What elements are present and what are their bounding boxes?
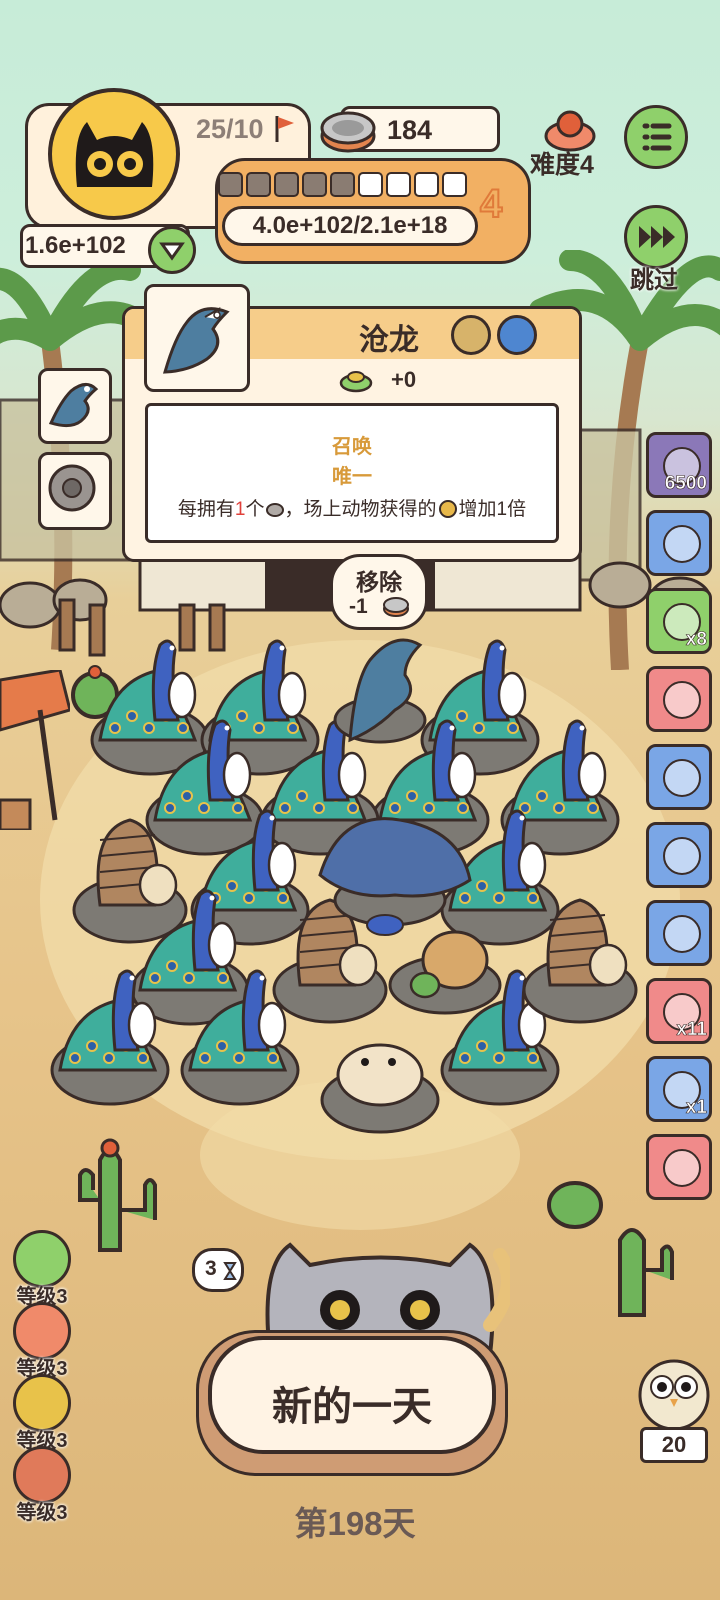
skull-tag-icon [451, 315, 491, 355]
remove-label: 移除 [356, 569, 402, 595]
progress-segment [442, 172, 467, 197]
hourglass-icon [223, 1262, 237, 1280]
barrel-cactus [547, 1181, 603, 1229]
mosasaurus-icon [48, 383, 99, 428]
chevron-down-icon [159, 242, 185, 261]
owl-icon [638, 1359, 710, 1431]
bed-icon [663, 759, 701, 797]
creature-name: 沧龙 [359, 324, 419, 357]
paw-icon [438, 500, 457, 518]
desc-part: ，场上动物获得的 [284, 499, 437, 520]
flag-icon [275, 116, 294, 142]
timer-value: 3 [205, 1257, 217, 1280]
level-chip[interactable]: 等级3 [10, 1230, 74, 1309]
progress-segment [414, 172, 439, 197]
cactus [618, 1228, 674, 1317]
side-button-badge: x1 [685, 1097, 708, 1119]
difficulty-label: 难度4 [530, 151, 594, 179]
description-text: 每拥有1个 ，场上动物获得的 增加1倍 [148, 494, 556, 521]
desc-part: 增加1倍 [458, 499, 527, 520]
owned-stone-card[interactable] [38, 452, 112, 530]
peacock[interactable] [90, 639, 210, 776]
food-bowl-icon [339, 371, 373, 393]
progress-segment [330, 172, 355, 197]
skip-label: 跳过 [630, 267, 678, 294]
stone-ring-icon [48, 464, 96, 512]
stone-icon [265, 503, 284, 517]
side-button-backpack[interactable] [646, 822, 712, 888]
side-button-bed[interactable] [646, 744, 712, 810]
side-button-badge: 6500 [664, 473, 707, 495]
collapse-button[interactable] [148, 226, 196, 274]
progress-segment [274, 172, 299, 197]
feather-icon [663, 1149, 701, 1187]
hamster[interactable] [320, 1043, 440, 1134]
trophy-icon [663, 525, 701, 563]
side-button-trophy[interactable] [646, 510, 712, 576]
capacity-text: 25/10 [196, 114, 264, 144]
description-box: 召唤 唯一 每拥有1个 ，场上动物获得的 增加1倍 [145, 403, 559, 543]
level-number: 4 [479, 181, 503, 227]
progress-segment [218, 172, 243, 197]
desc-part: 每拥有 [177, 499, 235, 520]
owned-mosasaurus-card[interactable] [38, 368, 112, 444]
remove-cost: -1 [349, 595, 368, 618]
paw-plus-icon [663, 681, 701, 719]
side-button-pot[interactable]: x1 [646, 1056, 712, 1122]
game-scene: 25/10 184 4.0e+102/2.1e+18 4 1.6e+102 难度… [0, 0, 720, 1600]
jar-icon [663, 915, 701, 953]
avatar[interactable] [48, 88, 180, 220]
side-button-stone-film[interactable]: 6500 [646, 432, 712, 498]
desc-part: 个 [245, 499, 265, 520]
side-button-feather[interactable] [646, 1134, 712, 1200]
progress-segment [386, 172, 411, 197]
mosasaurus[interactable] [333, 638, 427, 744]
timer-badge: 3 [192, 1248, 244, 1292]
creature-portrait-card [144, 284, 250, 392]
level-chip[interactable]: 等级3 [10, 1374, 74, 1453]
menu-button[interactable] [624, 105, 688, 169]
side-button-badge: x8 [685, 629, 708, 651]
animal-board [50, 638, 638, 1134]
cans-value: 184 [387, 115, 433, 145]
mosasaurus-icon [162, 307, 230, 374]
progress-segments [218, 172, 467, 197]
cat-food-can-icon [383, 597, 409, 617]
list-menu-icon [642, 123, 672, 151]
side-button-badge: x11 [676, 1019, 707, 1041]
desc-number: 1 [234, 499, 246, 520]
water-tag-icon [497, 315, 537, 355]
remove-button[interactable]: 移除 -1 [330, 554, 428, 630]
owl-counter[interactable]: 20 [640, 1427, 708, 1463]
side-button-ticket[interactable]: x8 [646, 588, 712, 654]
new-day-button[interactable]: 新的一天 [208, 1336, 496, 1454]
day-label: 第198天 [294, 1505, 416, 1542]
side-button-paw-plus[interactable] [646, 666, 712, 732]
backpack-icon [663, 837, 701, 875]
level-chip[interactable]: 等级3 [10, 1302, 74, 1381]
tag-summon: 召唤 [332, 436, 372, 458]
progress-segment [358, 172, 383, 197]
progress-text: 4.0e+102/2.1e+18 [222, 206, 478, 246]
tag-unique: 唯一 [332, 466, 372, 488]
progress-segment [302, 172, 327, 197]
side-button-jar[interactable] [646, 900, 712, 966]
progress-segment [246, 172, 271, 197]
fast-forward-icon [639, 226, 675, 248]
cat-food-can-icon [320, 111, 376, 153]
black-cat-icon [75, 122, 154, 187]
bonus-value: +0 [391, 367, 417, 392]
new-day-label: 新的一天 [272, 1385, 432, 1429]
side-button-lock[interactable]: x11 [646, 978, 712, 1044]
